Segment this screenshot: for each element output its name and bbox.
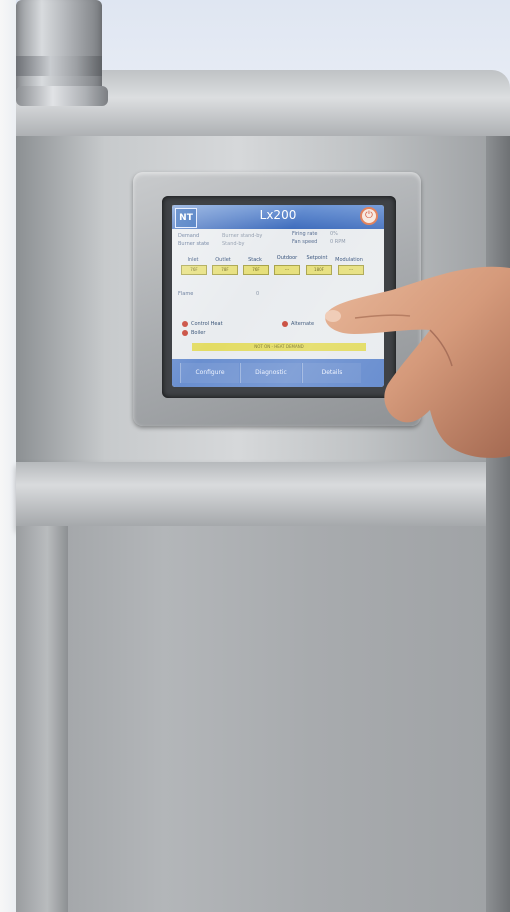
temp-label-modulation: Modulation [335, 257, 363, 263]
temp-value-setpoint: 180F [306, 265, 332, 275]
indicator-dot-control-heat [182, 321, 188, 327]
temp-value-stack: 76F [243, 265, 269, 275]
flame-label: Flame [178, 291, 194, 297]
temp-label-outlet: Outlet [215, 257, 231, 263]
fan-speed-value: 0 RPM [330, 239, 346, 245]
boiler-lower-edge [16, 526, 68, 912]
tab-diagnostic[interactable]: Diagnostic [240, 363, 301, 383]
power-icon[interactable]: ⏻ [360, 207, 378, 225]
firing-rate-value: 0% [330, 231, 338, 237]
boiler-right-edge [486, 136, 510, 912]
screen-title: Lx200 [259, 208, 297, 222]
demand-value: Burner stand-by [222, 233, 263, 239]
temp-value-modulation: --- [338, 265, 364, 275]
temp-label-setpoint: Setpoint [306, 255, 328, 261]
tab-configure[interactable]: Configure [180, 363, 239, 383]
temp-value-inlet: 76F [181, 265, 207, 275]
flue-cap-band [16, 56, 102, 76]
burner-state-label: Burner state [178, 241, 210, 247]
status-banner: NOT ON - HEAT DEMAND [192, 343, 366, 351]
screen-title-bar: NT Lx200 ⏻ [172, 205, 384, 229]
indicator-dot-boiler [182, 330, 188, 336]
temp-label-outdoor: Outdoor [276, 255, 298, 261]
temp-label-stack: Stack [248, 257, 262, 263]
photo-scene: NT Lx200 ⏻ Demand Burner stand-by Burner… [0, 0, 510, 912]
temp-value-outdoor: --- [274, 265, 300, 275]
flue-cap-base [16, 86, 108, 106]
boiler-band [16, 462, 510, 528]
flame-value: 0 [256, 291, 260, 297]
temp-label-inlet: Inlet [187, 257, 199, 263]
indicator-boiler: Boiler [191, 330, 206, 336]
temp-value-outlet: 78F [212, 265, 238, 275]
indicator-alternate: Alternate [291, 321, 315, 327]
demand-label: Demand [178, 233, 200, 239]
tab-details[interactable]: Details [302, 363, 361, 383]
fan-speed-label: Fan speed [292, 239, 318, 245]
indicator-dot-alternate [282, 321, 288, 327]
background-strip [0, 0, 16, 912]
burner-state-value: Stand-by [222, 241, 245, 247]
touch-screen[interactable]: NT Lx200 ⏻ Demand Burner stand-by Burner… [172, 205, 384, 387]
boiler-lower-body [16, 526, 510, 912]
firing-rate-label: Firing rate [292, 231, 318, 237]
indicator-control-heat: Control Heat [191, 321, 223, 327]
screen-tab-bar: Configure Diagnostic Details [172, 359, 384, 387]
